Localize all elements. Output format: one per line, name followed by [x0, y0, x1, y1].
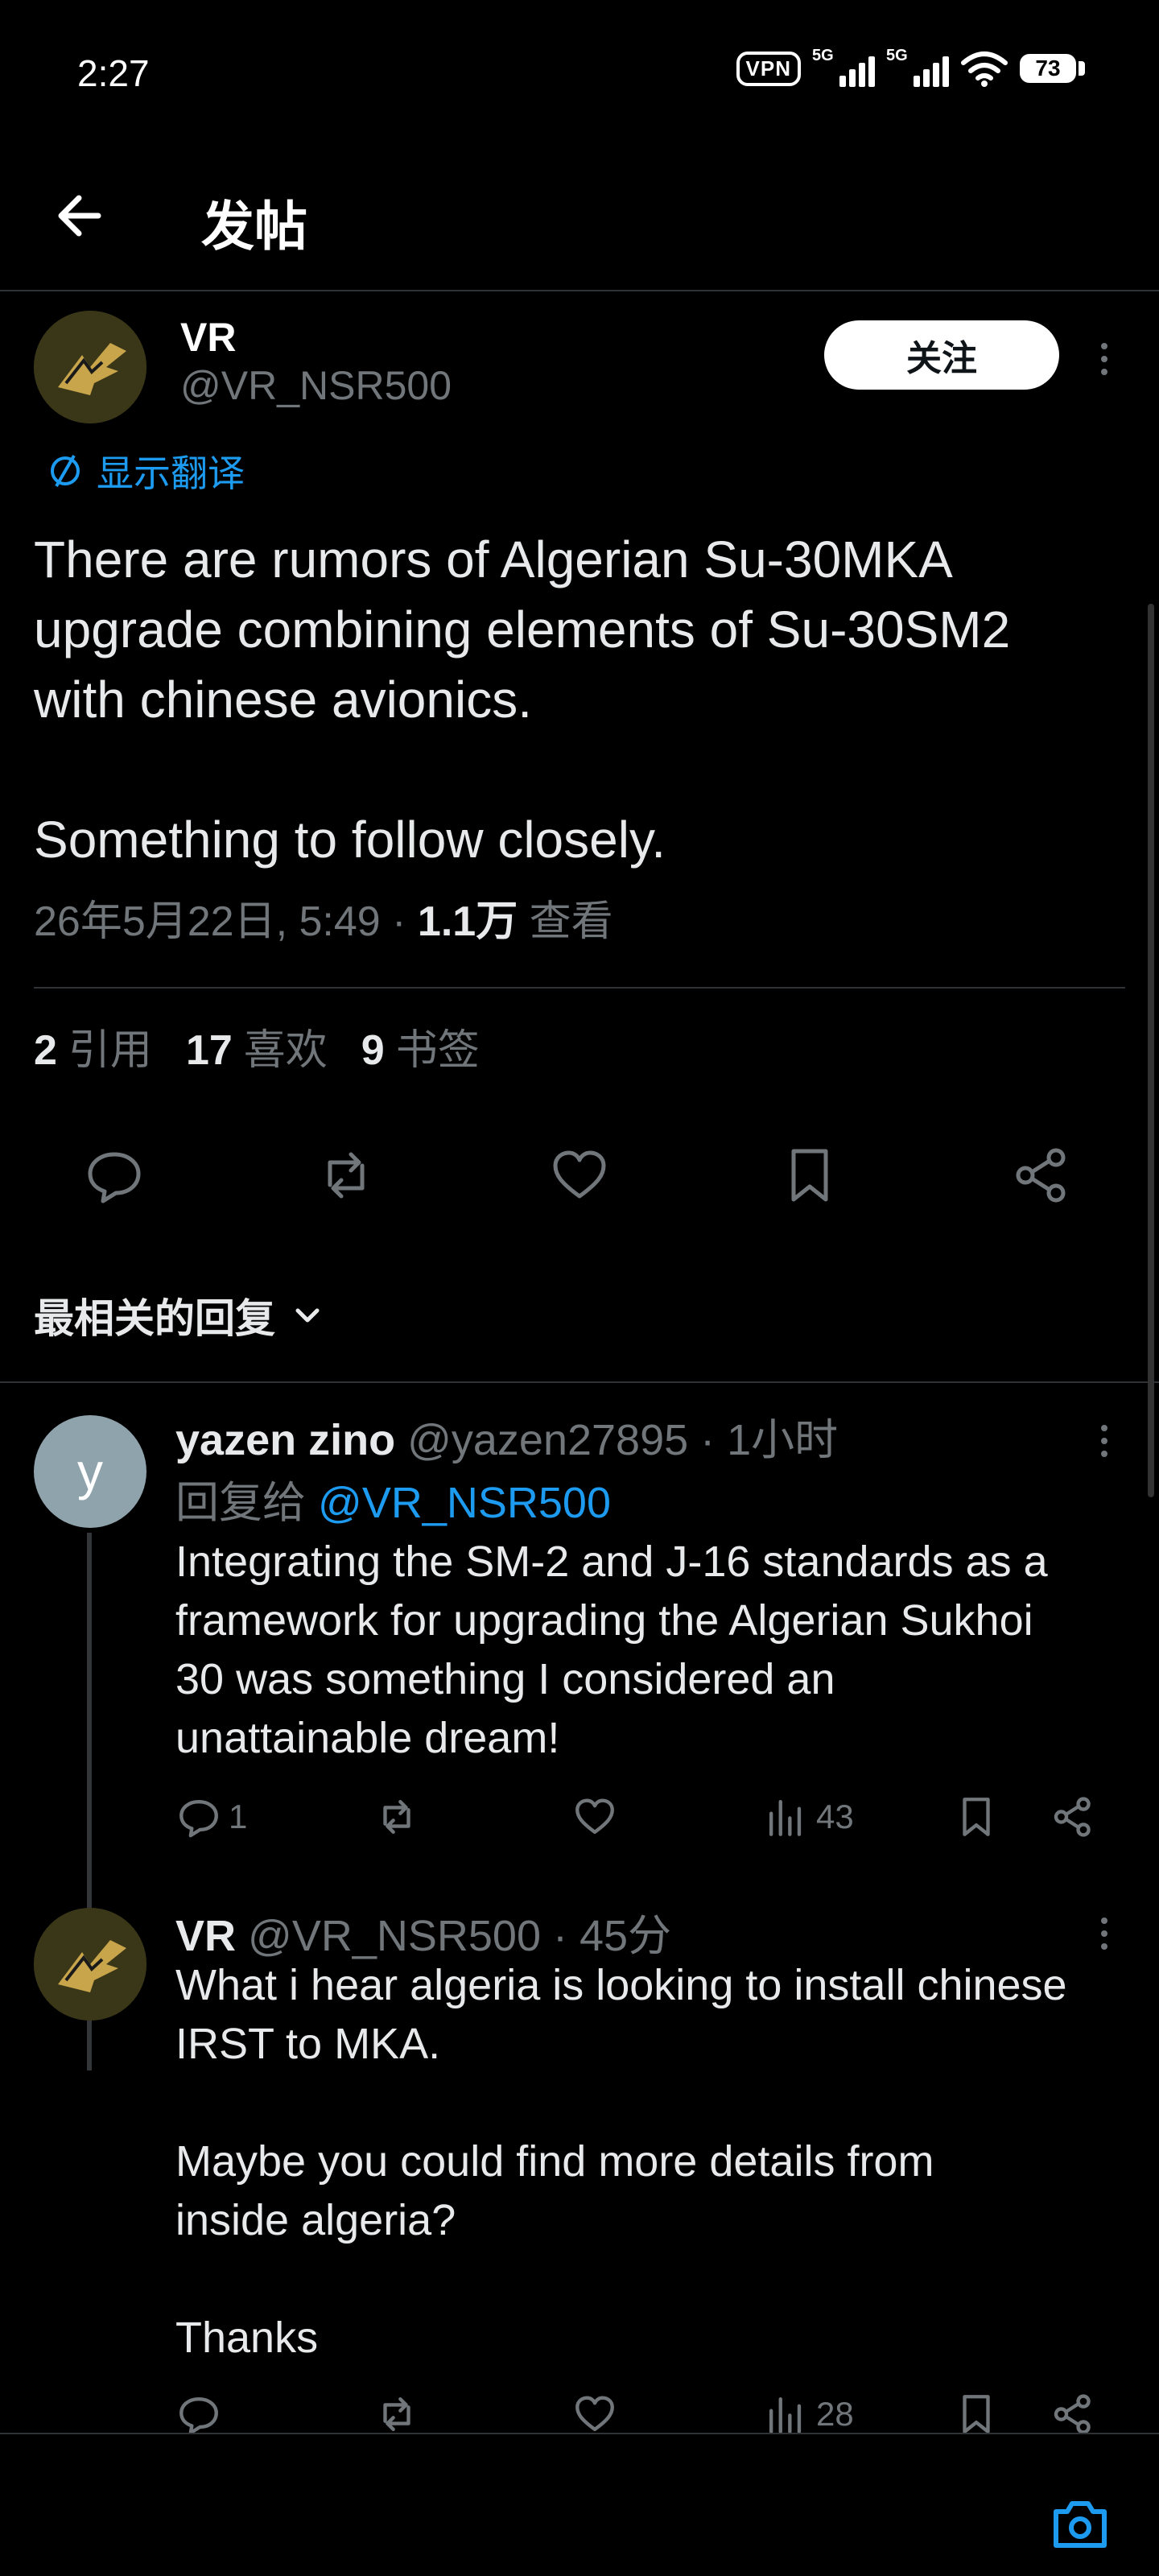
views-count: 28 — [816, 2395, 854, 2433]
avatar[interactable] — [34, 1908, 146, 2021]
post-stats: 2 引用 17 喜欢 9 书签 — [34, 1016, 480, 1076]
page-title: 发帖 — [201, 196, 307, 256]
back-arrow-icon[interactable] — [48, 184, 113, 248]
author-name[interactable]: VR — [180, 314, 236, 361]
analytics-icon — [769, 1799, 802, 1836]
avatar[interactable]: y — [34, 1415, 146, 1528]
reply-button[interactable] — [175, 2391, 222, 2438]
quotes-stat[interactable]: 2 引用 — [34, 1016, 152, 1076]
divider — [34, 987, 1125, 989]
post-meta: 26年5月22日, 5:49 · 1.1万 查看 — [34, 887, 613, 947]
reply-text: Integrating the SM-2 and J-16 standards … — [175, 1538, 1048, 1762]
repost-icon — [383, 1799, 410, 1835]
repost-button[interactable] — [373, 2391, 420, 2438]
bookmark-icon — [963, 1798, 990, 1836]
author-handle[interactable]: @VR_NSR500 — [180, 362, 452, 409]
post-actions — [0, 1143, 1159, 1232]
bookmark-button[interactable] — [953, 1794, 1000, 1840]
reply-meta: @yazen27895 · 1小时 — [395, 1416, 839, 1464]
analytics-icon — [769, 2396, 802, 2434]
post-date: 26年5月22日, 5:49 · — [34, 898, 418, 945]
reply-icon — [179, 2396, 218, 2435]
reply-button[interactable]: 1 — [175, 1794, 247, 1840]
status-bar: 2:27 VPN 5G 5G 73 — [0, 0, 1159, 153]
translate-icon — [51, 454, 80, 488]
divider — [0, 1381, 1159, 1383]
vpn-badge: VPN — [736, 51, 801, 86]
reply-sort-dropdown[interactable]: 最相关的回复 — [34, 1286, 324, 1344]
bookmark-button[interactable] — [953, 2391, 1000, 2438]
avatar[interactable] — [34, 311, 146, 423]
repost-icon[interactable] — [314, 1143, 378, 1208]
like-icon — [575, 1798, 614, 1835]
bookmark-icon — [963, 2395, 990, 2434]
view-label: 查看 — [518, 898, 613, 945]
status-time: 2:27 — [77, 52, 150, 94]
share-button[interactable] — [1050, 2391, 1096, 2438]
reply-count: 1 — [229, 1798, 248, 1835]
cellular-signal-icon: 5G — [812, 47, 875, 87]
reply-author-name[interactable]: VR — [175, 1912, 236, 1960]
like-icon[interactable] — [547, 1143, 612, 1208]
views-stat[interactable]: 43 — [763, 1794, 854, 1840]
reply-sort-label: 最相关的回复 — [34, 1296, 275, 1341]
views-stat[interactable]: 28 — [763, 2391, 854, 2438]
reply-text: What i hear algeria is looking to instal… — [175, 1961, 1067, 2362]
reply-composer[interactable] — [0, 2433, 1159, 2576]
scrollbar[interactable] — [1148, 604, 1154, 1497]
reply-to-line: 回复给 @VR_NSR500 — [175, 1479, 611, 1527]
chevron-down-icon — [295, 1308, 320, 1323]
likes-stat[interactable]: 17 喜欢 — [186, 1016, 328, 1076]
reply-header: yazen zino @yazen27895 · 1小时 — [175, 1404, 838, 1468]
post-text: There are rumors of Algerian Su-30MKA up… — [34, 530, 1011, 869]
share-button[interactable] — [1050, 1794, 1096, 1840]
reply-to-handle[interactable]: @VR_NSR500 — [318, 1479, 611, 1527]
bookmark-icon[interactable] — [777, 1143, 842, 1208]
show-translation-label: 显示翻译 — [97, 452, 245, 494]
more-options-icon[interactable] — [1088, 1909, 1120, 1958]
camera-icon[interactable] — [1050, 2494, 1111, 2555]
like-button[interactable] — [571, 2391, 618, 2438]
share-icon — [1054, 2394, 1091, 2434]
bookmarks-stat[interactable]: 9 书签 — [361, 1016, 480, 1076]
reply-actions: 1 43 — [175, 1794, 1125, 1850]
reply-header: VR @VR_NSR500 · 45分 — [175, 1900, 671, 1963]
share-icon — [1054, 1797, 1091, 1837]
view-count: 1.1万 — [417, 898, 518, 945]
repost-icon — [383, 2396, 410, 2432]
more-options-icon[interactable] — [1088, 1417, 1120, 1465]
more-options-icon[interactable] — [1088, 335, 1120, 383]
reply-author-name[interactable]: yazen zino — [175, 1416, 395, 1464]
status-icons: VPN 5G 5G 73 — [736, 47, 1085, 87]
wifi-icon — [961, 52, 1008, 87]
share-icon[interactable] — [1009, 1143, 1074, 1208]
battery-icon: 73 — [1020, 54, 1085, 83]
reply-icon[interactable] — [82, 1143, 146, 1208]
top-nav: 发帖 — [0, 153, 1159, 291]
views-count: 43 — [816, 1798, 854, 1835]
show-translation-link[interactable]: 显示翻译 — [45, 444, 245, 497]
repost-button[interactable] — [373, 1794, 420, 1840]
reply-icon — [179, 1799, 218, 1838]
reply-meta: @VR_NSR500 · 45分 — [236, 1912, 672, 1960]
like-button[interactable] — [571, 1794, 618, 1840]
like-icon — [575, 2396, 614, 2432]
follow-button[interactable]: 关注 — [824, 320, 1059, 390]
cellular-signal-icon-2: 5G — [886, 47, 949, 87]
